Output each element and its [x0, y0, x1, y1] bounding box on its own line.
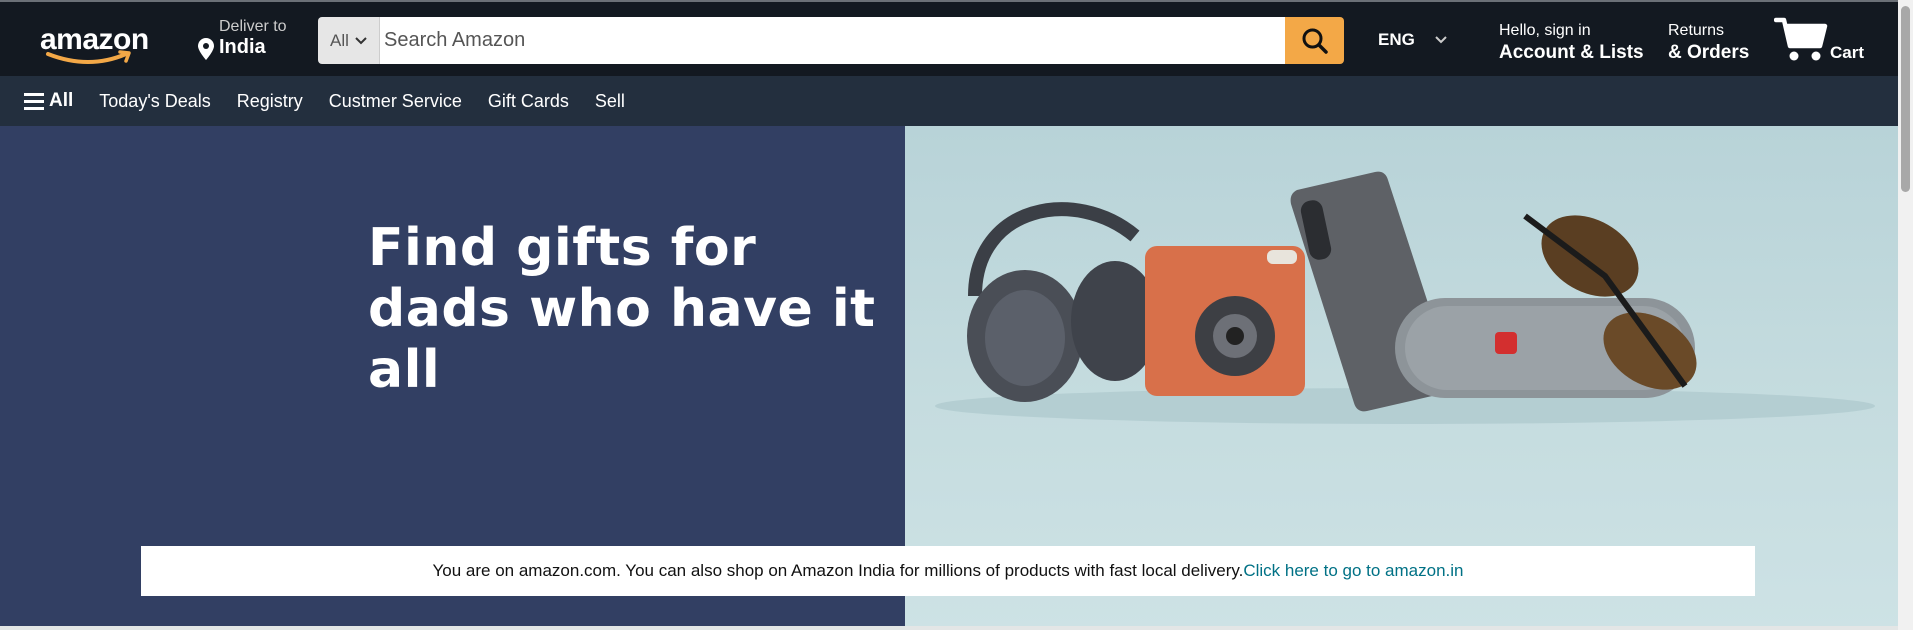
hero-banner[interactable]: Find gifts for dads who have it all You …	[0, 126, 1898, 630]
chevron-down-icon	[1435, 36, 1447, 44]
region-notice-banner: You are on amazon.com. You can also shop…	[141, 546, 1755, 596]
search-category-select[interactable]: All	[318, 17, 380, 64]
nav-item-todays-deals[interactable]: Today's Deals	[99, 91, 211, 112]
hero-headline-line2: dads who have it all	[368, 279, 876, 400]
deliver-to[interactable]: Deliver to India	[198, 18, 298, 62]
logo-smile-icon	[46, 50, 131, 64]
deliver-location: India	[219, 36, 266, 58]
language-label: ENG	[1378, 30, 1415, 49]
amazon-logo[interactable]: amazon	[36, 20, 149, 64]
cart-button[interactable]: Cart	[1774, 16, 1874, 64]
search-icon	[1302, 28, 1328, 54]
top-header: amazon Deliver to India All ENG	[0, 0, 1898, 76]
cart-icon	[1774, 17, 1828, 61]
nav-bar: All Today's Deals Registry Custmer Servi…	[0, 76, 1898, 126]
hamburger-icon	[24, 92, 44, 110]
page-scrollbar[interactable]	[1898, 0, 1913, 630]
search-button[interactable]	[1285, 17, 1344, 64]
hero-headline-line1: Find gifts for	[368, 218, 757, 278]
headphones-image	[967, 202, 1159, 402]
orders-label: & Orders	[1668, 42, 1750, 63]
nav-item-customer-service[interactable]: Custmer Service	[329, 91, 462, 112]
map-pin-icon	[198, 38, 214, 60]
deliver-label: Deliver to	[219, 18, 287, 35]
nav-item-gift-cards[interactable]: Gift Cards	[488, 91, 569, 112]
account-label: Account & Lists	[1499, 42, 1644, 63]
search-category-label: All	[330, 30, 349, 50]
region-notice-text: You are on amazon.com. You can also shop…	[432, 561, 1244, 580]
hero-headline: Find gifts for dads who have it all	[368, 218, 905, 401]
nav-item-sell[interactable]: Sell	[595, 91, 625, 112]
nav-all-label: All	[49, 90, 74, 111]
nav-item-registry[interactable]: Registry	[237, 91, 303, 112]
page-bottom-strip	[0, 626, 1898, 630]
returns-and-orders[interactable]: Returns & Orders	[1668, 22, 1749, 64]
scrollbar-thumb[interactable]	[1901, 6, 1910, 192]
search-input[interactable]	[380, 17, 1285, 64]
language-selector[interactable]: ENG	[1378, 30, 1447, 50]
region-notice-link[interactable]: Click here to go to amazon.in	[1243, 561, 1463, 581]
account-greeting: Hello, sign in	[1499, 22, 1591, 39]
search-bar: All	[318, 17, 1344, 64]
chevron-down-icon	[355, 36, 367, 44]
returns-label: Returns	[1668, 22, 1725, 39]
camera-image	[1145, 246, 1305, 396]
cart-label: Cart	[1830, 43, 1865, 62]
nav-all-menu[interactable]: All	[24, 90, 73, 112]
account-and-lists[interactable]: Hello, sign in Account & Lists	[1499, 22, 1644, 64]
